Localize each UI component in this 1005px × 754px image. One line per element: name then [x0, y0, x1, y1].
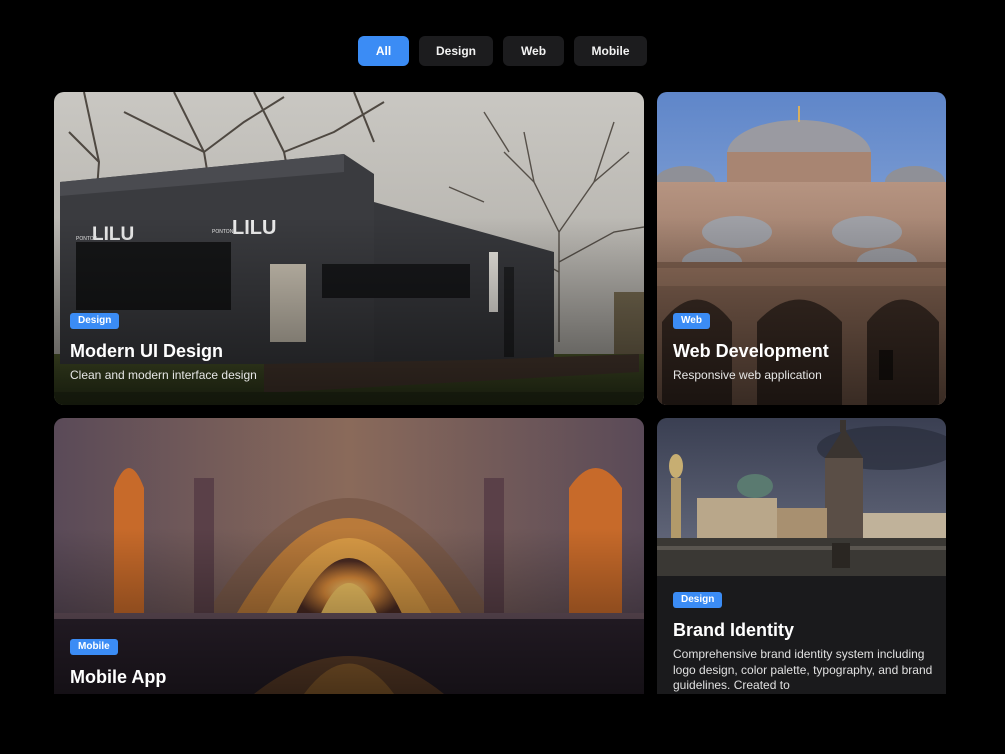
filter-bar: All Design Web Mobile: [0, 36, 1005, 66]
category-badge: Design: [673, 592, 723, 608]
bridge-tower-photo: [657, 418, 946, 576]
category-badge: Web: [673, 313, 710, 329]
category-badge: Mobile: [70, 639, 118, 655]
card-title: Web Development: [673, 341, 829, 361]
project-card-modern-ui-design[interactable]: PONTON LILU PONTON LILU Design Modern UI…: [54, 92, 644, 405]
filter-web-button[interactable]: Web: [503, 36, 564, 66]
card-description: Comprehensive brand identity system incl…: [673, 647, 933, 692]
filter-mobile-button[interactable]: Mobile: [574, 36, 647, 66]
filter-all-button[interactable]: All: [358, 36, 409, 66]
card-description: Clean and modern interface design: [70, 368, 257, 382]
project-card-mobile-app[interactable]: Mobile Mobile App: [54, 418, 644, 694]
card-description: Responsive web application: [673, 368, 822, 382]
card-title: Brand Identity: [673, 620, 795, 640]
project-card-brand-identity[interactable]: Design Brand Identity Comprehensive bran…: [657, 418, 946, 694]
card-title: Modern UI Design: [70, 341, 224, 361]
filter-design-button[interactable]: Design: [419, 36, 493, 66]
category-badge: Design: [70, 313, 120, 329]
project-card-web-development[interactable]: Web Web Development Responsive web appli…: [657, 92, 946, 405]
card-title: Mobile App: [70, 667, 167, 687]
